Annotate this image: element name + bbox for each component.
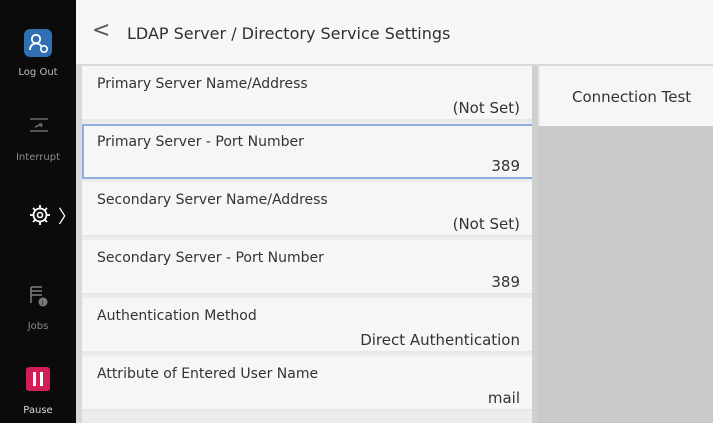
setting-value: (Not Set)	[452, 99, 520, 117]
user-icon	[29, 33, 48, 53]
setting-label: Secondary Server - Port Number	[97, 250, 324, 266]
interrupt-label: Interrupt	[15, 152, 60, 163]
setting-row-user-name-attribute[interactable]: Attribute of Entered User Name mail	[82, 356, 535, 411]
setting-row-secondary-port[interactable]: Secondary Server - Port Number 389	[82, 240, 535, 295]
setting-label: Secondary Server Name/Address	[97, 192, 328, 208]
setting-row-secondary-server-address[interactable]: Secondary Server Name/Address (Not Set)	[82, 182, 535, 237]
pause-label: Pause	[23, 405, 53, 416]
setting-value: (Not Set)	[452, 215, 520, 233]
connection-test-button[interactable]: Connection Test	[538, 66, 713, 126]
setting-value: mail	[487, 389, 520, 407]
logout-label: Log Out	[18, 67, 58, 78]
setting-row-primary-port[interactable]: Primary Server - Port Number 389	[82, 124, 535, 179]
connection-test-label: Connection Test	[572, 88, 692, 106]
setting-value: Direct Authentication	[360, 331, 520, 349]
gear-icon[interactable]	[28, 203, 52, 231]
page-title: LDAP Server / Directory Service Settings	[127, 24, 451, 43]
svg-text:i: i	[42, 299, 44, 307]
setting-label: Primary Server Name/Address	[97, 76, 308, 92]
setting-row-primary-server-address[interactable]: Primary Server Name/Address (Not Set)	[82, 66, 535, 121]
chevron-right-icon: 〉	[58, 207, 76, 228]
header-bar: < LDAP Server / Directory Service Settin…	[76, 0, 713, 64]
setting-label: Attribute of Entered User Name	[97, 366, 319, 382]
settings-list: Primary Server Name/Address (Not Set) Pr…	[82, 66, 535, 423]
main-panel: < LDAP Server / Directory Service Settin…	[76, 0, 713, 423]
left-sidebar: Log Out Interrupt 〉 i Jobs Pause	[0, 0, 76, 423]
pause-icon	[33, 372, 43, 386]
logout-button[interactable]	[24, 29, 52, 57]
interrupt-icon[interactable]	[28, 115, 50, 139]
setting-value: 389	[491, 273, 520, 291]
right-panel: Connection Test	[538, 66, 713, 423]
pause-button[interactable]	[26, 367, 50, 391]
setting-label: Authentication Method	[97, 308, 257, 324]
setting-row-authentication-method[interactable]: Authentication Method Direct Authenticat…	[82, 298, 535, 353]
jobs-icon[interactable]: i	[29, 285, 49, 311]
jobs-label: Jobs	[27, 321, 49, 332]
back-chevron-icon[interactable]: <	[92, 18, 110, 43]
setting-value: 389	[491, 157, 520, 175]
setting-label: Primary Server - Port Number	[97, 134, 304, 150]
